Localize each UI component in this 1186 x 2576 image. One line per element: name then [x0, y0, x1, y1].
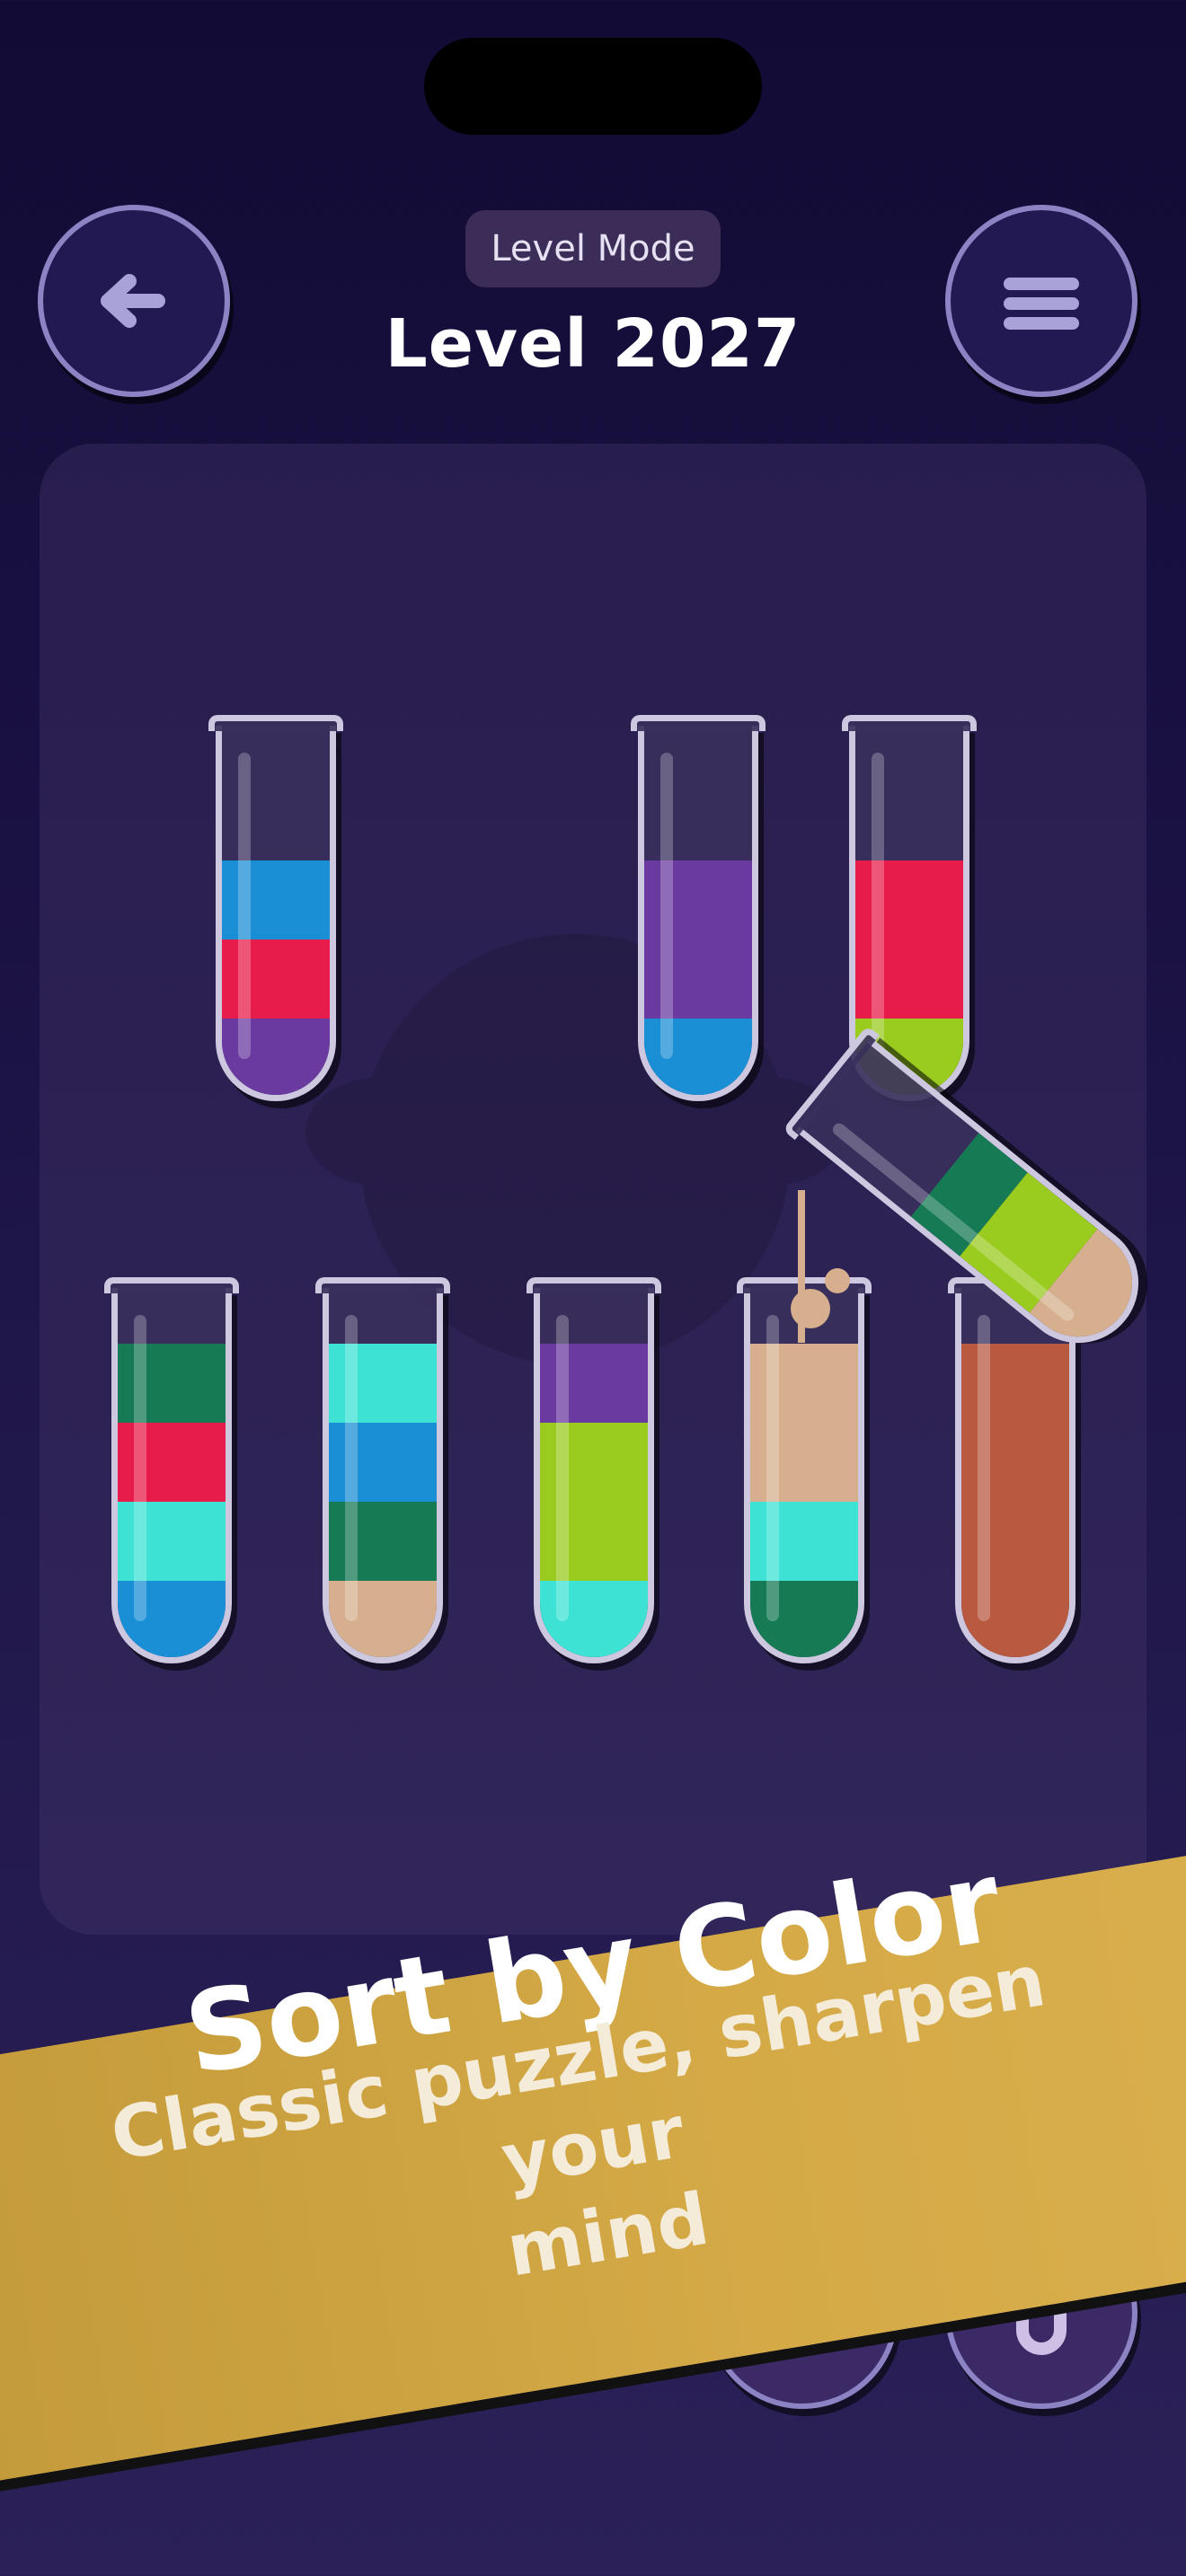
tube-6[interactable] [527, 1277, 661, 1663]
tube-1[interactable] [208, 715, 343, 1101]
menu-button[interactable] [945, 205, 1137, 397]
tube-4[interactable] [104, 1277, 239, 1663]
mode-label: Level Mode [465, 210, 721, 287]
tube-2[interactable] [631, 715, 766, 1101]
pour-splash [791, 1289, 830, 1328]
device-notch [424, 38, 762, 135]
pour-droplet [825, 1268, 850, 1293]
hamburger-menu-icon [1004, 278, 1079, 330]
tube-5[interactable] [315, 1277, 450, 1663]
